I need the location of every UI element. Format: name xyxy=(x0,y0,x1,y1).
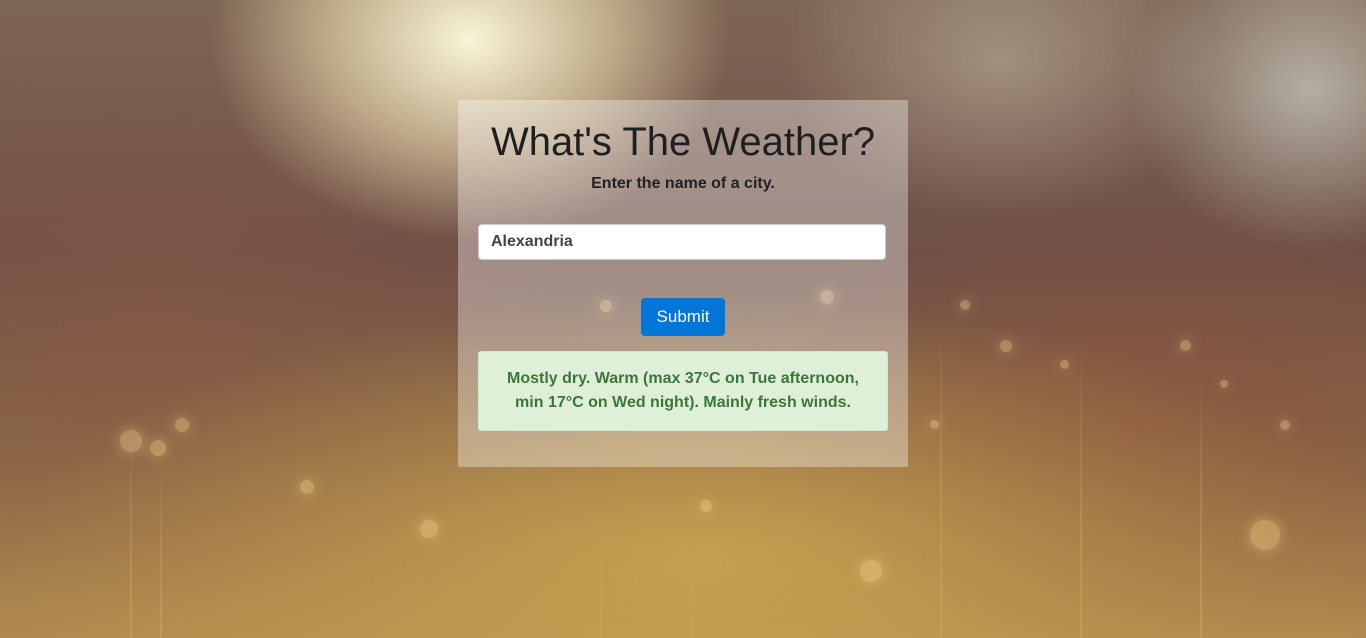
city-input[interactable] xyxy=(478,224,886,260)
submit-button[interactable]: Submit xyxy=(641,298,725,336)
instruction-text: Enter the name of a city. xyxy=(591,175,775,192)
page-title: What's The Weather? xyxy=(490,120,876,164)
forecast-text: Mostly dry. Warm (max 37°C on Tue aftern… xyxy=(507,370,859,411)
weather-card: What's The Weather? Enter the name of a … xyxy=(458,100,908,467)
forecast-result: Mostly dry. Warm (max 37°C on Tue aftern… xyxy=(478,351,888,431)
